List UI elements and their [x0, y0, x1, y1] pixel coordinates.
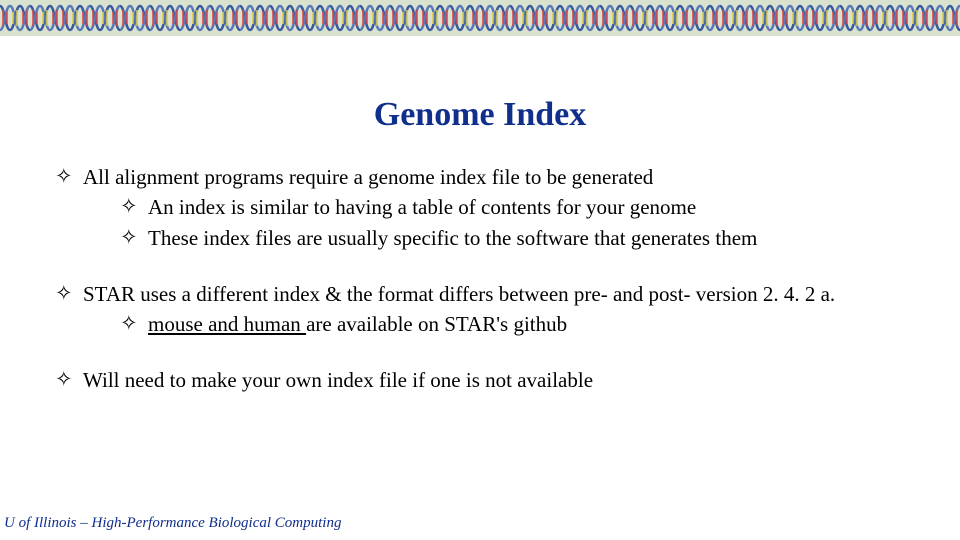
- footer-text: U of Illinois – High-Performance Biologi…: [4, 515, 341, 532]
- bullet-icon: ✧: [55, 164, 83, 190]
- bullet-icon: ✧: [120, 225, 148, 251]
- list-item: ✧These index files are usually specific …: [55, 225, 900, 251]
- list-item: ✧Will need to make your own index file i…: [55, 367, 900, 393]
- dna-banner: [0, 0, 960, 36]
- bullet-text: STAR uses a different index & the format…: [83, 281, 900, 307]
- bullet-text: Will need to make your own index file if…: [83, 367, 900, 393]
- list-item: ✧All alignment programs require a genome…: [55, 164, 900, 190]
- list-item: ✧An index is similar to having a table o…: [55, 194, 900, 220]
- slide-title: Genome Index: [0, 96, 960, 134]
- bullet-icon: ✧: [55, 281, 83, 307]
- slide-body: ✧All alignment programs require a genome…: [55, 164, 900, 394]
- list-item: ✧STAR uses a different index & the forma…: [55, 281, 900, 307]
- bullet-text: mouse and human are available on STAR's …: [148, 311, 900, 337]
- github-link[interactable]: mouse and human: [148, 312, 306, 336]
- bullet-icon: ✧: [120, 194, 148, 220]
- bullet-icon: ✧: [120, 311, 148, 337]
- bullet-text: An index is similar to having a table of…: [148, 194, 900, 220]
- bullet-icon: ✧: [55, 367, 83, 393]
- list-item: ✧mouse and human are available on STAR's…: [55, 311, 900, 337]
- bullet-text: These index files are usually specific t…: [148, 225, 900, 251]
- bullet-text-rest: are available on STAR's github: [306, 312, 567, 336]
- bullet-text: All alignment programs require a genome …: [83, 164, 900, 190]
